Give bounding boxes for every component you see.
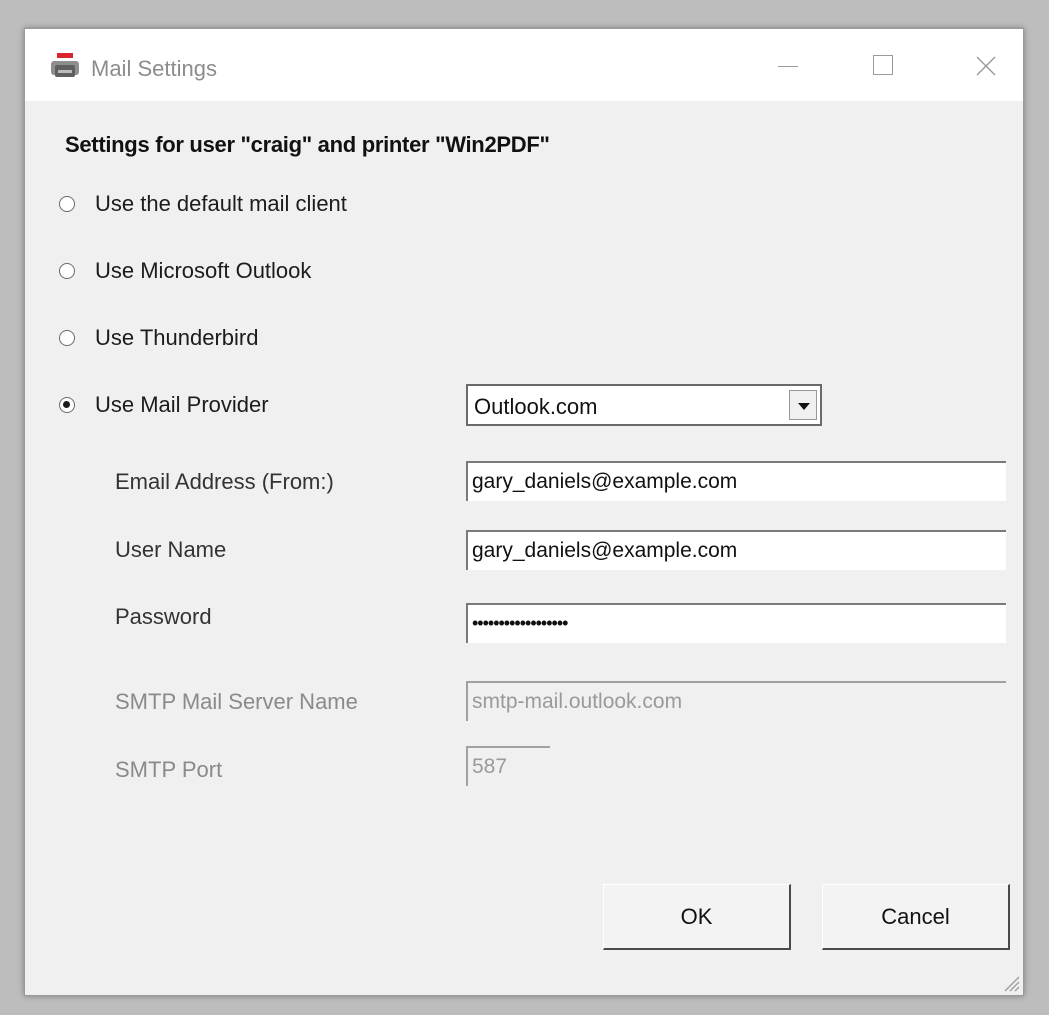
radio-button[interactable] — [59, 397, 75, 413]
close-button[interactable] — [963, 49, 1009, 83]
email-address-label: Email Address (From:) — [115, 469, 334, 494]
password-value: •••••••••••••••••• — [472, 613, 568, 633]
radio-label: Use Mail Provider — [95, 392, 269, 417]
title-bar: Mail Settings — [25, 29, 1023, 101]
smtp-server-field: smtp-mail.outlook.com — [466, 681, 1006, 721]
password-field[interactable]: •••••••••••••••••• — [466, 603, 1006, 643]
radio-label: Use the default mail client — [95, 191, 347, 216]
ok-button[interactable]: OK — [603, 884, 791, 950]
resize-grip-icon[interactable] — [999, 971, 1021, 993]
radio-button[interactable] — [59, 196, 75, 212]
user-name-field[interactable]: gary_daniels@example.com — [466, 530, 1006, 570]
radio-label: Use Microsoft Outlook — [95, 258, 312, 283]
radio-microsoft-outlook[interactable]: Use Microsoft Outlook — [59, 256, 311, 286]
user-name-label: User Name — [115, 537, 227, 562]
close-icon — [976, 56, 996, 76]
password-label: Password — [115, 604, 212, 629]
smtp-server-value: smtp-mail.outlook.com — [472, 690, 683, 713]
dropdown-value: Outlook.com — [474, 394, 598, 419]
window-title: Mail Settings — [91, 56, 217, 81]
email-address-value: gary_daniels@example.com — [472, 470, 738, 493]
settings-heading: Settings for user "craig" and printer "W… — [65, 132, 550, 157]
user-name-value: gary_daniels@example.com — [472, 539, 738, 562]
radio-thunderbird[interactable]: Use Thunderbird — [59, 323, 258, 353]
email-address-field[interactable]: gary_daniels@example.com — [466, 461, 1006, 501]
mail-settings-dialog: Mail Settings Settings for user "craig" … — [24, 28, 1024, 996]
mail-provider-dropdown[interactable]: Outlook.com — [466, 384, 822, 426]
smtp-port-label: SMTP Port — [115, 757, 223, 782]
radio-default-mail-client[interactable]: Use the default mail client — [59, 189, 347, 219]
cancel-button[interactable]: Cancel — [822, 884, 1010, 950]
radio-mail-provider[interactable]: Use Mail Provider — [59, 390, 269, 420]
radio-button[interactable] — [59, 330, 75, 346]
minimize-button[interactable] — [765, 49, 811, 83]
chevron-down-icon[interactable] — [789, 390, 817, 420]
radio-label: Use Thunderbird — [95, 325, 259, 350]
smtp-server-label: SMTP Mail Server Name — [115, 689, 358, 714]
maximize-button[interactable] — [860, 49, 906, 83]
smtp-port-value: 587 — [472, 755, 508, 778]
printer-icon — [49, 53, 83, 81]
radio-button[interactable] — [59, 263, 75, 279]
smtp-port-field: 587 — [466, 746, 550, 786]
